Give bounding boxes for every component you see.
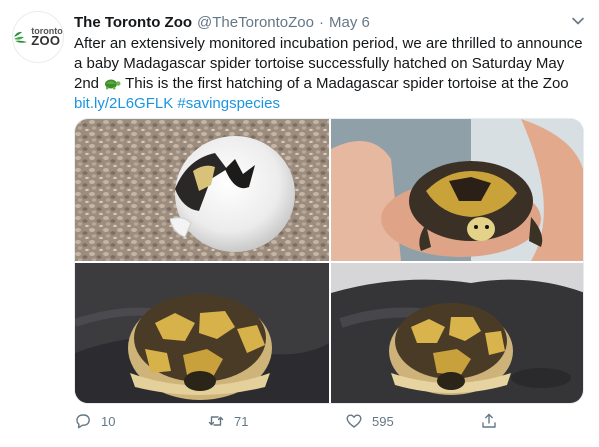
media-grid <box>74 118 584 404</box>
share-icon <box>482 413 496 428</box>
tweet-date[interactable]: May 6 <box>329 14 370 31</box>
tweet-text-part2: This is the first hatching of a Madagasc… <box>121 75 569 92</box>
tortoise-closeup-image <box>331 263 583 403</box>
separator-dot: · <box>318 13 324 31</box>
tweet-link[interactable]: bit.ly/2L6GFLK <box>74 95 173 112</box>
tortoise-on-fabric-image <box>75 263 329 403</box>
retweet-count: 71 <box>234 413 249 429</box>
tortoise-in-hand-image <box>331 119 583 261</box>
chevron-down-icon[interactable] <box>569 12 587 30</box>
hashtag-link[interactable]: #savingspecies <box>177 95 280 112</box>
media-photo-1[interactable] <box>75 119 329 261</box>
like-icon <box>346 414 362 428</box>
reply-button[interactable]: 10 <box>74 412 115 430</box>
tweet-actions: 10 71 595 <box>74 412 514 436</box>
reply-count: 10 <box>101 413 116 429</box>
reply-icon <box>76 414 90 429</box>
egg-hatching-image <box>75 119 329 261</box>
turtle-emoji-icon <box>105 79 121 90</box>
avatar[interactable]: toronto ZOO <box>12 11 64 63</box>
zoo-leaf-icon <box>14 31 28 43</box>
tweet-header: The Toronto Zoo @TheTorontoZoo · May 6 <box>74 12 589 32</box>
like-button[interactable]: 595 <box>345 412 394 430</box>
media-photo-3[interactable] <box>75 263 329 403</box>
retweet-icon <box>208 416 224 426</box>
user-handle[interactable]: @TheTorontoZoo <box>197 14 314 31</box>
display-name[interactable]: The Toronto Zoo <box>74 14 192 31</box>
toronto-zoo-logo: toronto ZOO <box>13 26 63 49</box>
media-photo-2[interactable] <box>331 119 583 261</box>
media-photo-4[interactable] <box>331 263 583 403</box>
tweet-text: After an extensively monitored incubatio… <box>74 34 586 114</box>
retweet-button[interactable]: 71 <box>207 412 248 430</box>
like-count: 595 <box>372 413 394 429</box>
logo-big-text: ZOO <box>31 33 61 49</box>
share-button[interactable] <box>480 412 498 430</box>
